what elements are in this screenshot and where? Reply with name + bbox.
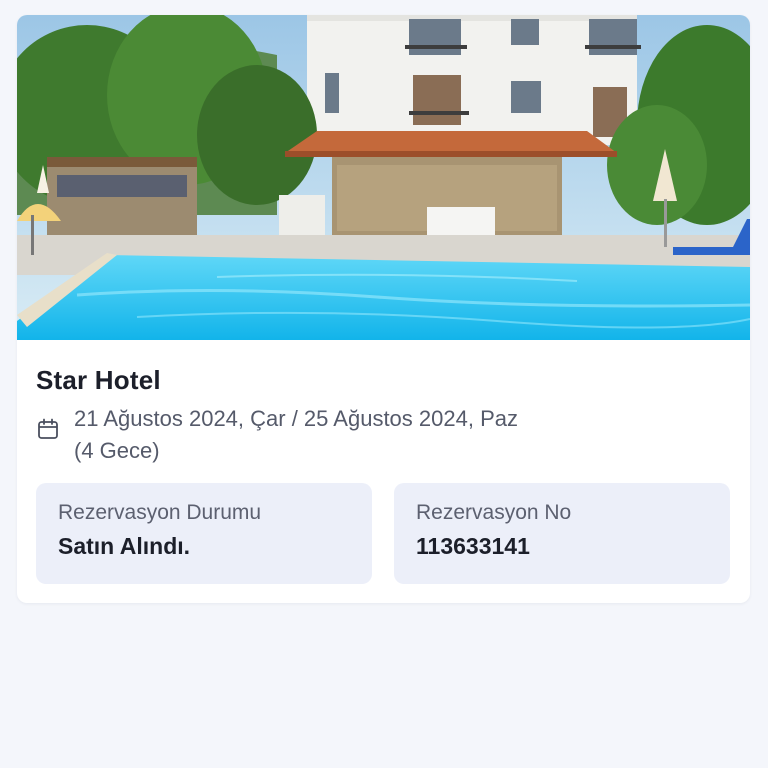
stay-dates: 21 Ağustos 2024, Çar / 25 Ağustos 2024, … <box>36 403 594 467</box>
calendar-icon <box>38 418 58 439</box>
reservation-status-value: Satın Alındı. <box>58 533 191 559</box>
reservation-status-box: Rezervasyon Durumu Satın Alındı. <box>36 483 372 584</box>
hotel-photo <box>17 15 750 340</box>
nights-count: (4 Gece) <box>74 438 160 463</box>
reservation-status-label: Rezervasyon Durumu <box>58 501 262 524</box>
date-range: 21 Ağustos 2024, Çar / 25 Ağustos 2024, … <box>74 403 594 467</box>
reservation-card[interactable]: Star Hotel 21 Ağustos 2024, Çar / 25 Ağu… <box>17 15 750 603</box>
date-range-line: 21 Ağustos 2024, Çar / 25 Ağustos 2024, … <box>74 406 518 431</box>
hotel-name: Star Hotel <box>36 365 161 395</box>
reservation-number-value: 113633141 <box>416 533 530 559</box>
reservation-number-box: Rezervasyon No 113633141 <box>394 483 730 584</box>
reservation-number-label: Rezervasyon No <box>416 501 572 524</box>
